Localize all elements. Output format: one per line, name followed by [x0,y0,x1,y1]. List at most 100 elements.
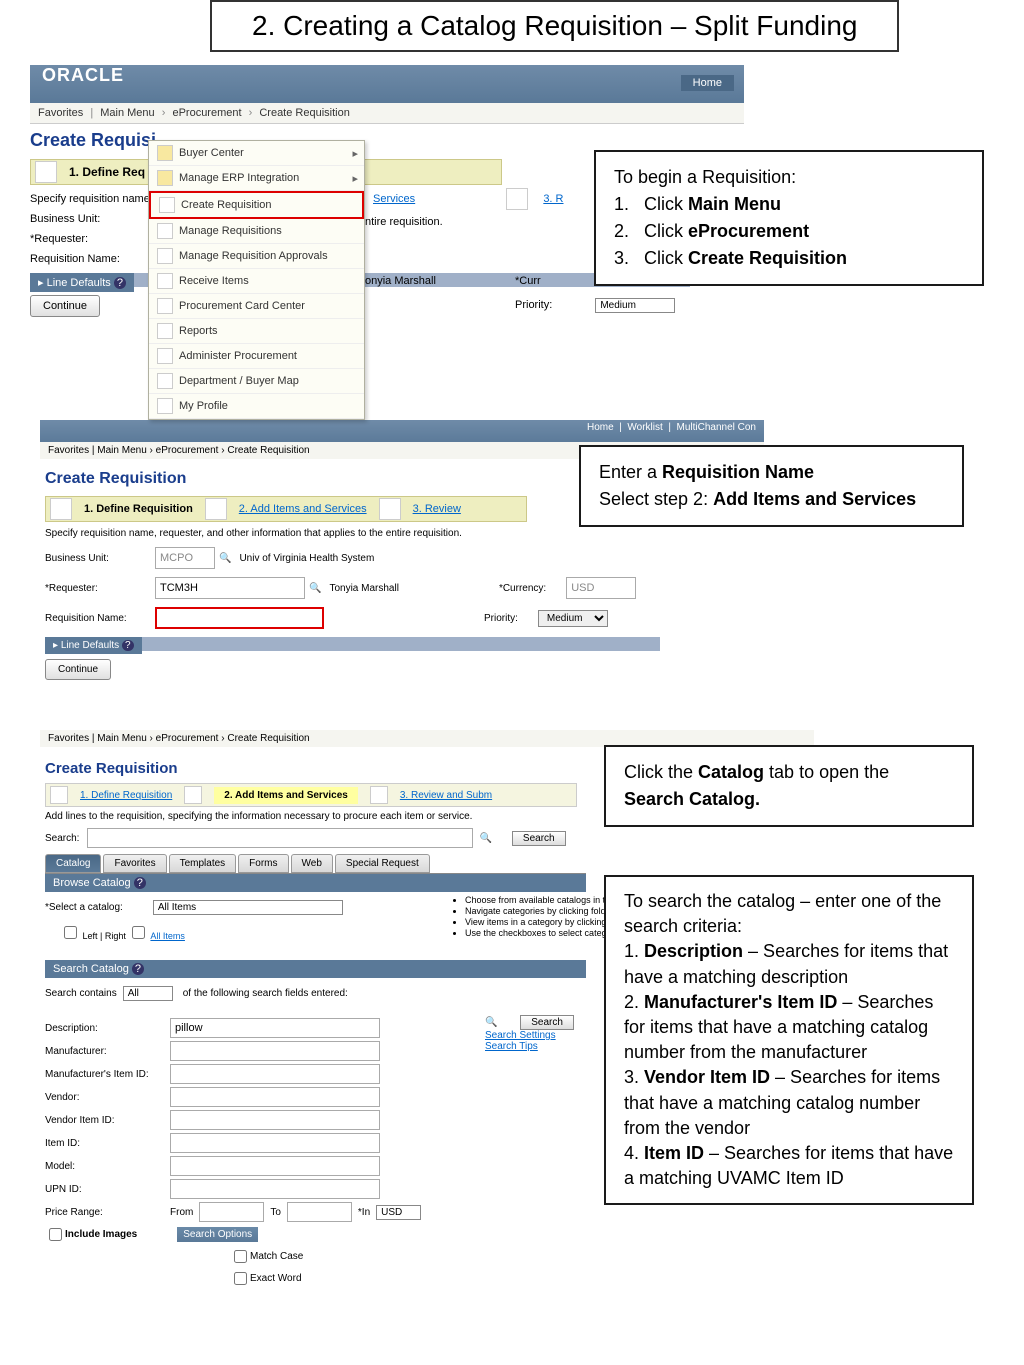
browse-catalog-header[interactable]: Browse Catalog ? [45,873,586,892]
search-catalog-header[interactable]: Search Catalog ? [45,960,586,978]
priority-select[interactable]: Medium [538,610,608,627]
right-checkbox[interactable] [132,926,145,939]
continue-button[interactable]: Continue [45,659,111,680]
worklist-link[interactable]: Worklist [627,422,662,433]
contains-select[interactable]: All [123,986,173,1001]
crumb-create-req[interactable]: Create Requisition [227,445,309,456]
menu-manage-req-approvals[interactable]: Manage Requisition Approvals [149,244,364,269]
instruction-callout-1: To begin a Requisition: 1. Click Main Me… [594,150,984,286]
upn-id-input[interactable] [170,1179,380,1199]
step2-link[interactable]: 2. Add Items and Services [239,503,367,515]
menu-dept-buyer-map[interactable]: Department / Buyer Map [149,369,364,394]
search-button[interactable]: Search [512,831,566,846]
search-tips-link[interactable]: Search Tips [485,1041,538,1052]
line-defaults-toggle[interactable]: ▸ Line Defaults ? [30,273,134,292]
step2-icon [205,498,227,520]
crumb-favorites[interactable]: Favorites [38,107,83,119]
crumb-favorites[interactable]: Favorites [48,733,89,744]
menu-procurement-card[interactable]: Procurement Card Center [149,294,364,319]
continue-button[interactable]: Continue [30,295,100,317]
menu-reports[interactable]: Reports [149,319,364,344]
menu-receive-items[interactable]: Receive Items [149,269,364,294]
manufacturer-input[interactable] [170,1041,380,1061]
crumb-eprocurement[interactable]: eProcurement [156,733,219,744]
catalog-select[interactable]: All Items [153,900,343,915]
requester-label: *Requester: [45,583,155,594]
tab-forms[interactable]: Forms [238,854,288,873]
currency-input[interactable] [566,577,636,599]
requester-input[interactable] [155,577,305,599]
item-id-input[interactable] [170,1133,380,1153]
vendor-item-id-input[interactable] [170,1110,380,1130]
crumb-main-menu[interactable]: Main Menu [97,445,146,456]
crumb-main-menu[interactable]: Main Menu [100,107,154,119]
chevron-right-icon: ▸ [352,147,358,160]
search-icon[interactable]: 🔍 [485,1017,497,1028]
currency-select[interactable]: USD [376,1205,421,1220]
step1-link[interactable]: 1. Define Requisition [80,790,172,801]
bu-input[interactable] [155,547,215,569]
tab-templates[interactable]: Templates [169,854,237,873]
search-icon[interactable]: 🔍 [479,833,491,844]
vendor-label: Vendor: [45,1092,170,1103]
step1-icon [50,498,72,520]
home-link[interactable]: Home [587,422,614,433]
exact-word-checkbox[interactable] [234,1272,247,1285]
model-input[interactable] [170,1156,380,1176]
crumb-eprocurement[interactable]: eProcurement [172,107,241,119]
all-items-link[interactable]: All Items [150,931,185,941]
manuf-item-id-input[interactable] [170,1064,380,1084]
crumb-create-req[interactable]: Create Requisition [227,733,309,744]
priority-select[interactable]: Medium [595,298,675,313]
search-button-2[interactable]: Search [520,1015,574,1030]
instruction-callout-2: Enter a Requisition Name Select step 2: … [579,445,964,527]
step3-icon [370,786,388,804]
menu-my-profile[interactable]: My Profile [149,394,364,419]
crumb-eprocurement[interactable]: eProcurement [156,445,219,456]
main-menu-dropdown: Buyer Center▸ Manage ERP Integration▸ Cr… [148,140,365,420]
search-options-header: Search Options [177,1227,258,1242]
search-input[interactable] [87,828,473,848]
menu-buyer-center[interactable]: Buyer Center▸ [149,141,364,166]
vendor-input[interactable] [170,1087,380,1107]
reqname-input[interactable] [155,607,324,629]
document-icon [157,323,173,339]
document-icon [157,398,173,414]
step3-link[interactable]: 3. Review [413,503,461,515]
home-link[interactable]: Home [681,75,734,91]
left-checkbox[interactable] [64,926,77,939]
search-settings-link[interactable]: Search Settings [485,1030,556,1041]
description-input[interactable] [170,1018,380,1038]
entire-req-text: ntire requisition. [365,216,443,228]
chevron-right-icon: ▸ [352,172,358,185]
services-link[interactable]: Services [373,193,415,205]
breadcrumb: Favorites | Main Menu › eProcurement › C… [30,103,744,124]
crumb-main-menu[interactable]: Main Menu [97,733,146,744]
tab-favorites[interactable]: Favorites [103,854,166,873]
include-images-checkbox[interactable] [49,1228,62,1241]
menu-create-requisition[interactable]: Create Requisition [149,191,364,219]
tab-web[interactable]: Web [291,854,333,873]
price-to-input[interactable] [287,1202,352,1222]
multichannel-link[interactable]: MultiChannel Con [677,422,757,433]
manufacturer-label: Manufacturer: [45,1046,170,1057]
document-icon [157,373,173,389]
match-case-checkbox[interactable] [234,1250,247,1263]
crumb-favorites[interactable]: Favorites [48,445,89,456]
tab-special-request[interactable]: Special Request [335,854,430,873]
menu-administer-procurement[interactable]: Administer Procurement [149,344,364,369]
document-title: 2. Creating a Catalog Requisition – Spli… [210,0,899,52]
crumb-create-req[interactable]: Create Requisition [259,107,350,119]
step3-link[interactable]: 3. R [543,193,563,205]
line-defaults-toggle[interactable]: ▸ Line Defaults ? [45,637,142,654]
tab-catalog[interactable]: Catalog [45,854,101,873]
menu-manage-requisitions[interactable]: Manage Requisitions [149,219,364,244]
reqname-label: Requisition Name: [45,613,155,624]
document-icon [159,197,175,213]
price-range-label: Price Range: [45,1207,170,1218]
currency-label-partial: *Curr [515,275,541,287]
price-from-input[interactable] [199,1202,264,1222]
menu-manage-erp[interactable]: Manage ERP Integration▸ [149,166,364,191]
search-label: Search: [45,833,79,844]
step3-link[interactable]: 3. Review and Subm [400,790,492,801]
